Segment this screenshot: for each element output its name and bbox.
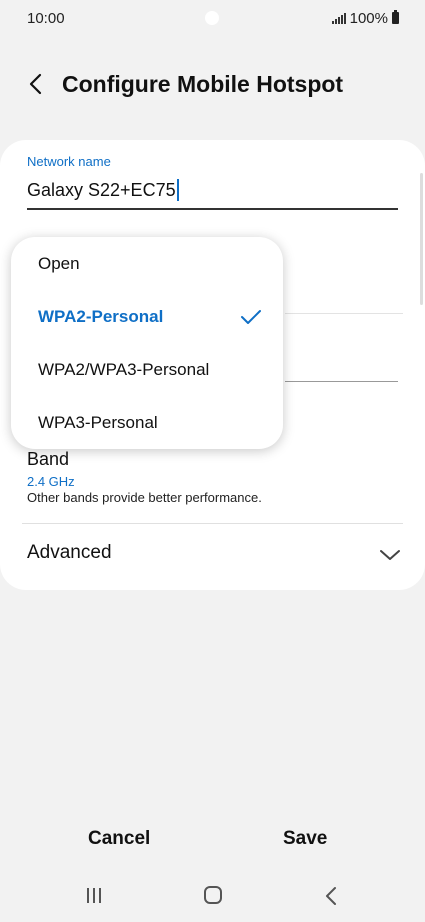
advanced-label: Advanced: [27, 542, 112, 563]
band-description: Other bands provide better performance.: [27, 490, 262, 505]
home-icon[interactable]: [204, 886, 222, 904]
option-label: WPA2-Personal: [38, 307, 164, 326]
option-label: Open: [38, 254, 80, 273]
scrollbar[interactable]: [420, 173, 423, 305]
network-name-underline: [27, 208, 398, 210]
option-label: WPA2/WPA3-Personal: [38, 360, 210, 379]
cancel-button[interactable]: Cancel: [88, 828, 150, 850]
option-label: WPA3-Personal: [38, 413, 158, 432]
password-underline: [285, 381, 398, 382]
status-icons: 100%: [331, 9, 399, 27]
bottom-actions: Cancel Save: [0, 828, 425, 860]
nav-back-icon[interactable]: [324, 886, 338, 906]
divider: [22, 523, 403, 524]
camera-cutout: [205, 11, 219, 25]
chevron-down-icon: [380, 550, 400, 560]
network-name-input[interactable]: Galaxy S22+EC75: [27, 179, 179, 201]
security-option-wpa3-personal[interactable]: WPA3-Personal: [11, 397, 283, 450]
signal-icon: [331, 12, 346, 24]
security-option-open[interactable]: Open: [11, 238, 283, 291]
battery-icon: [392, 10, 399, 24]
header: Configure Mobile Hotspot: [0, 62, 425, 106]
save-button[interactable]: Save: [283, 828, 327, 850]
status-time: 10:00: [27, 9, 65, 27]
security-option-wpa2-wpa3-personal[interactable]: WPA2/WPA3-Personal: [11, 344, 283, 397]
network-name-label: Network name: [27, 154, 111, 169]
security-dropdown: Open WPA2-Personal WPA2/WPA3-Personal WP…: [11, 237, 283, 449]
security-divider: [285, 313, 403, 314]
page-title: Configure Mobile Hotspot: [62, 71, 344, 97]
advanced-row[interactable]: Advanced: [0, 525, 425, 583]
band-title[interactable]: Band: [27, 449, 69, 470]
recents-icon[interactable]: [85, 887, 103, 904]
check-icon: [241, 310, 261, 324]
band-value: 2.4 GHz: [27, 474, 75, 489]
back-arrow-icon[interactable]: [26, 72, 48, 96]
battery-percent: 100%: [349, 9, 388, 27]
navigation-bar: [0, 878, 425, 914]
network-name-value: Galaxy S22+EC75: [27, 179, 176, 200]
security-option-wpa2-personal[interactable]: WPA2-Personal: [11, 291, 283, 344]
text-cursor: [176, 179, 179, 201]
